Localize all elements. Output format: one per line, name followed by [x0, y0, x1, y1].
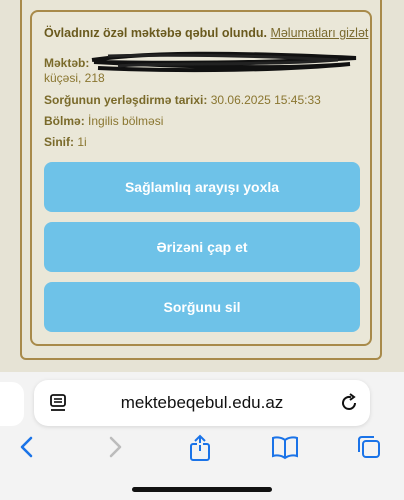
- school-field: Məktəb:: [44, 56, 90, 70]
- school-label: Məktəb: [44, 56, 86, 70]
- tabs-icon[interactable]: [356, 434, 382, 465]
- back-icon[interactable]: [16, 434, 38, 465]
- health-check-button[interactable]: Sağlamlıq arayışı yoxla: [44, 162, 360, 212]
- bookmarks-icon[interactable]: [270, 434, 300, 465]
- delete-request-button[interactable]: Sorğunu sil: [44, 282, 360, 332]
- date-label: Sorğunun yerləşdirmə tarixi: [44, 93, 204, 107]
- home-indicator: [132, 487, 272, 492]
- previous-tab-stub[interactable]: [0, 382, 24, 426]
- reload-icon[interactable]: [338, 392, 360, 419]
- section-value: İngilis bölməsi: [88, 114, 164, 128]
- hide-info-link[interactable]: Məlumatları gizlət: [270, 26, 368, 40]
- share-icon[interactable]: [188, 434, 212, 467]
- section-field: Bölmə: İngilis bölməsi: [44, 114, 164, 128]
- print-application-button[interactable]: Ərizəni çap et: [44, 222, 360, 272]
- class-value: 1i: [77, 135, 87, 149]
- class-field: Sinif: 1i: [44, 135, 87, 149]
- admission-notice: Övladınız özəl məktəbə qəbul olundu. Məl…: [44, 26, 374, 40]
- url-text: mektebeqebul.edu.az: [120, 393, 284, 412]
- notice-text: Övladınız özəl məktəbə qəbul olundu.: [44, 26, 267, 40]
- school-address: küçəsi, 218: [44, 71, 105, 85]
- date-field: Sorğunun yerləşdirmə tarixi: 30.06.2025 …: [44, 93, 321, 107]
- section-label: Bölmə: [44, 114, 81, 128]
- class-label: Sinif: [44, 135, 70, 149]
- page-menu-icon[interactable]: [48, 393, 68, 418]
- date-value: 30.06.2025 15:45:33: [210, 93, 321, 107]
- forward-icon[interactable]: [104, 434, 126, 465]
- address-bar[interactable]: mektebeqebul.edu.az: [34, 380, 370, 426]
- redaction-scribble: [91, 51, 357, 73]
